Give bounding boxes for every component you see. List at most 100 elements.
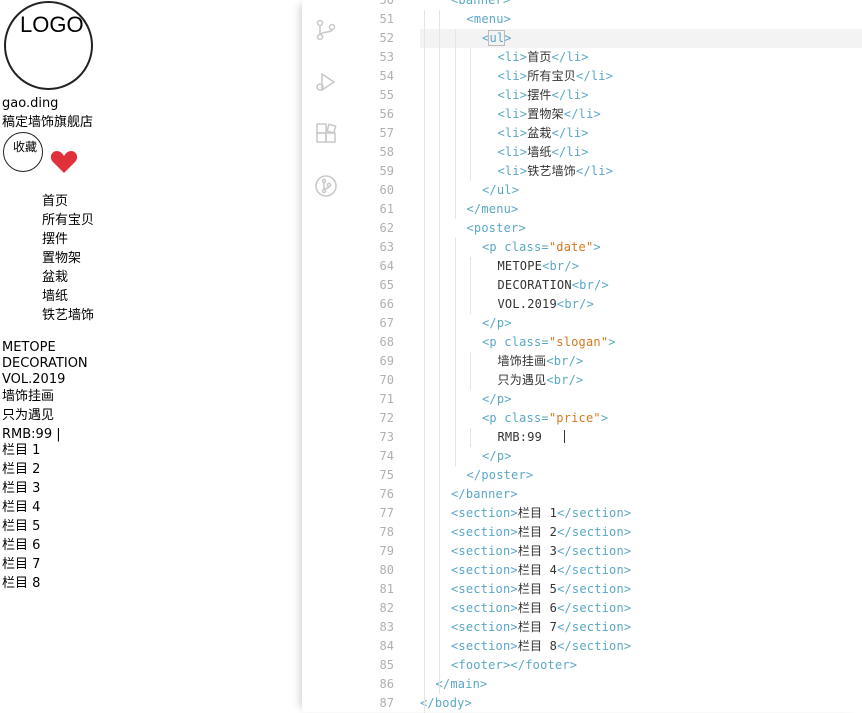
code-line[interactable]: </menu> [467, 200, 519, 219]
code-tag-token: > [593, 240, 601, 254]
code-line[interactable]: <li>墙纸</li> [498, 143, 589, 162]
code-line[interactable]: </banner> [451, 485, 518, 504]
code-tag-token: </poster> [466, 468, 534, 482]
code-line[interactable]: <section>栏目 4</section> [451, 561, 631, 580]
code-line[interactable]: <section>栏目 8</section> [451, 637, 631, 656]
code-line[interactable]: METOPE<br/> [498, 257, 580, 276]
source-control-icon[interactable] [314, 18, 338, 42]
code-line[interactable]: DECORATION<br/> [498, 276, 609, 295]
code-line[interactable]: </p> [482, 314, 512, 333]
code-text-token: DECORATION [497, 278, 572, 292]
section-item: 栏目 3 [2, 481, 41, 496]
code-line[interactable]: <li>铁艺墙饰</li> [498, 162, 614, 181]
code-tag-token: </p> [482, 392, 512, 406]
code-tag-token: <li> [497, 69, 528, 83]
code-tag-token: <li> [497, 164, 528, 178]
favorite-button[interactable]: 收藏 [3, 132, 43, 172]
code-line[interactable]: </ul> [482, 181, 519, 200]
line-number: 55 [379, 88, 394, 102]
line-number: 65 [379, 278, 394, 292]
code-line[interactable]: <li>首页</li> [498, 48, 589, 67]
code-line[interactable]: </body> [420, 694, 472, 713]
menu-item-iron-decor[interactable]: 铁艺墙饰 [42, 307, 94, 324]
code-line[interactable]: <ul> [482, 29, 512, 48]
code-line[interactable]: <footer></footer> [451, 656, 577, 675]
code-tag-token: </p> [482, 449, 512, 463]
logo-circle[interactable]: LOGO [4, 1, 93, 90]
code-line[interactable]: <li>置物架</li> [498, 105, 601, 124]
menu-item-all-products[interactable]: 所有宝贝 [42, 212, 94, 229]
code-line[interactable]: <section>栏目 2</section> [451, 523, 631, 542]
line-number: 87 [379, 696, 394, 710]
heart-icon[interactable] [50, 150, 78, 174]
menu-item-wallpaper[interactable]: 墙纸 [42, 288, 68, 305]
code-text-token: 首页 [527, 50, 552, 64]
code-line[interactable]: <p class="price"> [482, 409, 608, 428]
line-number: 64 [379, 259, 394, 273]
code-line[interactable]: <banner> [451, 0, 510, 10]
code-line[interactable]: 墙饰挂画<br/> [498, 352, 584, 371]
code-line[interactable]: <menu> [467, 10, 512, 29]
logo-text: LOGO [20, 12, 84, 37]
code-tag-token: </body> [420, 696, 472, 710]
code-line[interactable]: <p class="date"> [482, 238, 601, 257]
code-tag-token: <section> [451, 620, 518, 634]
shop-name: 稿定墙饰旗舰店 [2, 115, 94, 130]
menu-item-shelves[interactable]: 置物架 [42, 250, 81, 267]
line-number: 63 [379, 240, 394, 254]
username: gao.ding [2, 96, 59, 111]
code-line[interactable]: RMB:99 [498, 428, 566, 447]
code-tag-token: <br/> [571, 278, 609, 292]
indent-guide [439, 10, 440, 694]
code-tag-token: <p [482, 335, 505, 349]
code-tag-token: </main> [435, 677, 488, 691]
code-line[interactable]: <poster> [467, 219, 526, 238]
code-line[interactable]: <section>栏目 6</section> [451, 599, 631, 618]
code-line[interactable]: </p> [482, 447, 512, 466]
line-number: 76 [379, 487, 394, 501]
git-graph-icon[interactable] [314, 174, 338, 198]
menu-item-home[interactable]: 首页 [42, 193, 68, 210]
extensions-icon[interactable] [314, 122, 338, 146]
code-tag-token: <p [482, 240, 505, 254]
code-line[interactable]: <section>栏目 1</section> [451, 504, 631, 523]
line-number: 54 [379, 69, 394, 83]
code-tag-token: </li> [551, 50, 589, 64]
code-line[interactable]: </p> [482, 390, 512, 409]
line-number: 84 [379, 639, 394, 653]
line-number: 85 [379, 658, 394, 672]
code-line[interactable]: <li>摆件</li> [498, 86, 589, 105]
code-tag-token: <section> [451, 506, 518, 520]
indent-guide [470, 428, 471, 447]
code-area[interactable]: <banner> <menu> <ul> <li>首页</li> <li>所有宝贝</l… [420, 0, 862, 713]
code-tag-token: </li> [551, 145, 589, 159]
indent-guide [470, 48, 471, 181]
code-line[interactable]: <p class="slogan"> [482, 333, 616, 352]
code-tag-token: </li> [576, 164, 614, 178]
code-line[interactable]: </poster> [467, 466, 534, 485]
line-number: 57 [379, 126, 394, 140]
code-tag-token: <section> [451, 525, 518, 539]
code-tag-token: <br/> [542, 259, 580, 273]
menu-item-plants[interactable]: 盆栽 [42, 269, 68, 286]
poster-date-line: VOL.2019 [2, 372, 66, 387]
run-debug-icon[interactable] [314, 70, 338, 94]
code-line[interactable]: <section>栏目 5</section> [451, 580, 631, 599]
code-text-token: 栏目 4 [517, 563, 558, 577]
code-tag-token: > [600, 411, 609, 425]
poster-price: RMB:99 | [2, 427, 61, 442]
code-line[interactable]: 只为遇见<br/> [498, 371, 584, 390]
menu-item-ornaments[interactable]: 摆件 [42, 231, 68, 248]
line-number-gutter: 50 51 52 53 54 55 56 57 58 59 60 61 62 63 64 65 66 67 68 69… [350, 0, 398, 712]
code-line[interactable]: VOL.2019<br/> [498, 295, 595, 314]
code-line[interactable]: <li>所有宝贝</li> [498, 67, 614, 86]
line-number: 71 [379, 392, 394, 406]
line-number: 73 [379, 430, 394, 444]
code-tag-token: <poster> [466, 221, 526, 235]
code-line[interactable]: <li>盆栽</li> [498, 124, 589, 143]
code-line[interactable]: </main> [436, 675, 488, 694]
code-tag-token: <section> [451, 563, 518, 577]
code-tag-token: > [504, 31, 512, 45]
code-line[interactable]: <section>栏目 7</section> [451, 618, 631, 637]
code-line[interactable]: <section>栏目 3</section> [451, 542, 631, 561]
